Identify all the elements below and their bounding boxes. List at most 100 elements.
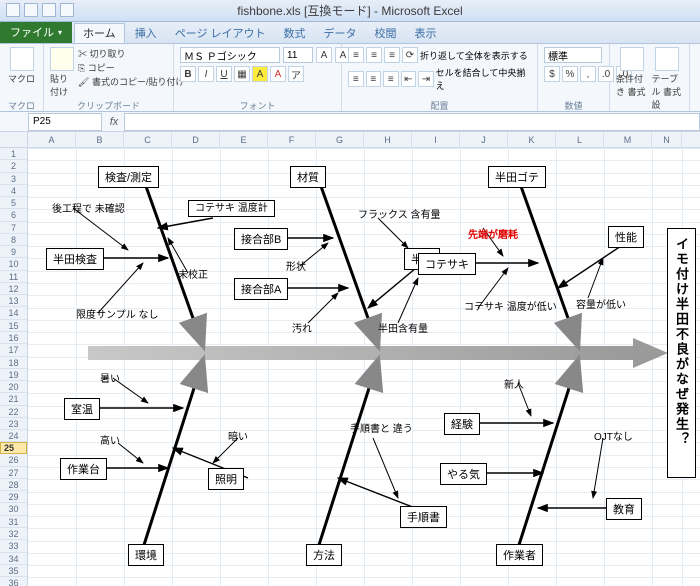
cut-button[interactable]: ✂ 切り取り [78,47,184,60]
orientation-button[interactable]: ⟳ [402,47,418,63]
lbl-shape: 形状 [286,258,306,273]
macro-button[interactable]: マクロ [6,47,37,85]
lbl-low-temp: コテサキ 温度が低い [464,298,557,313]
col-headers[interactable]: ABCDEFGHIJKLMN [28,132,700,148]
tab-view[interactable]: 表示 [407,23,445,43]
group-number-label: 数値 [544,99,603,111]
sub-roomtemp: 室温 [64,398,100,420]
sub-joint-b: 接合部B [234,228,288,250]
copy-button[interactable]: ⎘ コピー [78,61,184,74]
table-format-button[interactable]: テーブル 書式設 [652,47,684,111]
group-align-label: 配置 [348,99,531,111]
group-macro-label: マクロ [6,99,37,111]
lbl-newbie: 新人 [504,376,524,391]
align-right-button[interactable]: ≡ [383,71,399,87]
underline-button[interactable]: U [216,66,232,82]
align-left-button[interactable]: ≡ [348,71,364,87]
fishbone-diagram: 検査/測定 材質 半田ゴテ 環境 方法 作業者 イモ付け半田不良がなぜ発生？ 半… [28,148,700,586]
percent-button[interactable]: % [562,66,578,82]
name-box[interactable]: P25 [28,113,102,131]
italic-button[interactable]: I [198,66,214,82]
lbl-no-limit: 限度サンプル なし [76,306,158,321]
cat-iron-box: 半田ゴテ [488,166,546,188]
sub-experience: 経験 [444,413,480,435]
fx-icon[interactable]: fx [104,116,124,128]
cat-material-box: 材質 [290,166,326,188]
lbl-flux: フラックス 含有量 [358,206,440,221]
lbl-worn-tip: 先端が磨耗 [468,226,518,241]
tab-data[interactable]: データ [316,23,365,43]
tab-review[interactable]: 校閲 [367,23,405,43]
fill-color-button[interactable]: A [252,66,268,82]
comma-button[interactable]: , [580,66,596,82]
merge-center-button[interactable]: セルを結合して中央揃え [436,66,531,92]
lbl-dirt: 汚れ [292,320,312,335]
grow-font-button[interactable]: A [316,47,332,63]
phonetic-button[interactable]: ア [288,66,304,82]
paste-icon [50,47,74,71]
ribbon: マクロ マクロ 貼り付け ✂ 切り取り ⎘ コピー 🖌 書式のコピー/貼り付け … [0,44,700,112]
qat [6,3,74,17]
currency-button[interactable]: $ [544,66,560,82]
conditional-format-icon [620,47,644,71]
border-button[interactable]: ▦ [234,66,250,82]
lbl-hot: 暑い [100,370,120,385]
indent-dec-button[interactable]: ⇤ [401,71,417,87]
font-family-select[interactable]: ＭＳ Ｐゴシック [180,47,280,63]
font-color-button[interactable]: A [270,66,286,82]
ribbon-tabs: ファイル▾ ホーム 挿入 ページ レイアウト 数式 データ 校閲 表示 [0,22,700,44]
group-font-label: フォント [180,99,335,111]
formula-bar: P25 fx [0,112,700,132]
tab-home[interactable]: ホーム [74,23,125,43]
sub-education: 教育 [606,498,642,520]
align-bottom-button[interactable]: ≡ [384,47,400,63]
align-top-button[interactable]: ≡ [348,47,364,63]
format-painter-button[interactable]: 🖌 書式のコピー/貼り付け [78,75,184,88]
lbl-low-cap: 容量が低い [576,296,626,311]
window-title: fishbone.xls [互換モード] - Microsoft Excel [237,2,462,19]
qat-save-icon[interactable] [24,3,38,17]
sub-tip: コテサキ [418,253,476,275]
tab-formulas[interactable]: 数式 [276,23,314,43]
table-format-icon [655,47,679,71]
lbl-no-ojt: OJTなし [594,428,633,443]
row-headers[interactable]: 1234567891011121314151617181920212223242… [0,132,28,586]
sub-tip-thermo: コテサキ 温度計 [188,200,275,217]
tab-insert[interactable]: 挿入 [127,23,165,43]
qat-redo-icon[interactable] [60,3,74,17]
lbl-differs: 手順書と 違う [350,420,413,435]
paste-button[interactable]: 貼り付け [50,47,74,98]
title-bar: fishbone.xls [互換モード] - Microsoft Excel [0,0,700,22]
cat-method-box: 方法 [306,544,342,566]
lbl-later-uncheck: 後工程で 未確認 [52,200,125,215]
cat-operator-box: 作業者 [496,544,543,566]
sub-solder-inspect: 半田検査 [46,248,104,270]
sub-lighting: 照明 [208,468,244,490]
bold-button[interactable]: B [180,66,196,82]
macro-icon [10,47,34,71]
sub-joint-a: 接合部A [234,278,288,300]
tab-page-layout[interactable]: ページ レイアウト [167,23,274,43]
excel-icon [6,3,20,17]
worksheet[interactable]: 1234567891011121314151617181920212223242… [0,132,700,586]
wrap-text-button[interactable]: 折り返して全体を表示する [420,49,528,62]
conditional-format-button[interactable]: 条件付き 書式 [616,47,648,98]
cat-environment-box: 環境 [128,544,164,566]
align-middle-button[interactable]: ≡ [366,47,382,63]
sub-motivation: やる気 [440,463,487,485]
align-center-button[interactable]: ≡ [366,71,382,87]
formula-input[interactable] [124,113,700,131]
effect-box: イモ付け半田不良がなぜ発生？ [667,228,696,478]
sub-workbench: 作業台 [60,458,107,480]
indent-inc-button[interactable]: ⇥ [418,71,434,87]
lbl-solder-amt: 半田含有量 [378,320,428,335]
qat-undo-icon[interactable] [42,3,56,17]
group-clipboard-label: クリップボード [50,99,167,111]
tab-file[interactable]: ファイル▾ [0,21,72,43]
lbl-high: 高い [100,432,120,447]
lbl-uncalib: 未校正 [178,266,208,281]
font-size-select[interactable]: 11 [283,47,313,63]
number-format-select[interactable]: 標準 [544,47,602,63]
lbl-dark: 暗い [228,428,248,443]
cat-inspection-box: 検査/測定 [98,166,159,188]
